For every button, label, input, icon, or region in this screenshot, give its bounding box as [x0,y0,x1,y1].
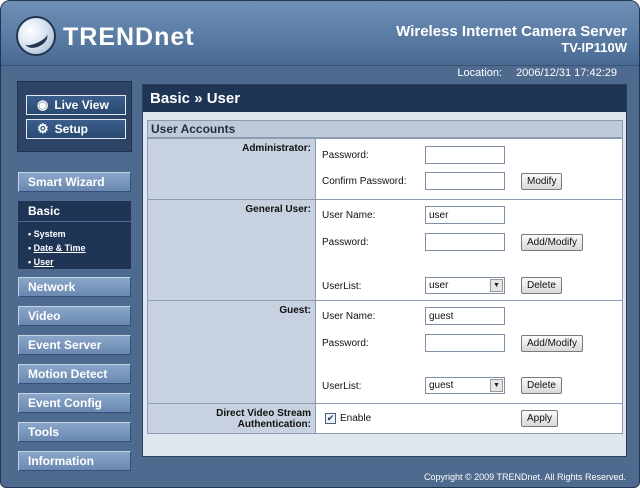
general-username-label: User Name: [322,210,376,221]
user-accounts-table: Administrator: Password: Confirm Passwor… [147,138,623,434]
subnav-system[interactable]: • System [28,227,131,241]
chevron-down-icon: ▼ [490,379,503,392]
nav-tools[interactable]: Tools [18,422,131,442]
subnav-user[interactable]: • User [28,255,131,269]
trendnet-logo-icon [16,16,56,56]
nav-event-server[interactable]: Event Server [18,335,131,355]
nav-motion-detect[interactable]: Motion Detect [18,364,131,384]
nav-network[interactable]: Network [18,277,131,297]
guest-username-input[interactable] [425,307,505,325]
general-username-input[interactable] [425,206,505,224]
apply-button[interactable]: Apply [521,410,559,427]
gear-icon: ⚙ [37,121,49,136]
setup-button[interactable]: ⚙ Setup [26,119,126,139]
guest-add-modify-button[interactable]: Add/Modify [521,335,584,352]
subnav-date-time-label: Date & Time [33,243,86,253]
administrator-label: Administrator: [147,138,316,200]
live-view-label: Live View [54,98,109,112]
product-model: TV-IP110W [561,40,627,55]
page-title: Basic » User [143,85,626,112]
chevron-down-icon: ▼ [490,279,503,292]
enable-checkbox[interactable]: ✔ [325,413,336,424]
header-banner: TRENDnet Wireless Internet Camera Server… [1,1,639,66]
general-add-modify-button[interactable]: Add/Modify [521,234,584,251]
guest-userlist-value: guest [429,380,454,391]
location-bar: Location: 2006/12/31 17:42:29 [443,67,617,79]
app-window: TRENDnet Wireless Internet Camera Server… [0,0,640,488]
admin-password-label: Password: [322,150,369,161]
live-view-button[interactable]: ◉ Live View [26,95,126,115]
guest-password-label: Password: [322,338,369,349]
guest-username-label: User Name: [322,311,376,322]
modify-button[interactable]: Modify [521,173,563,190]
brand-logo-text: TRENDnet [63,23,195,51]
admin-password-input[interactable] [425,146,505,164]
guest-row: Guest: User Name: Password: Add/Modify U… [147,300,623,404]
general-user-label: General User: [147,199,316,301]
stream-auth-label: Direct Video Stream Authentication: [147,403,316,434]
eye-icon: ◉ [37,97,49,112]
general-password-label: Password: [322,237,369,248]
subnav-system-label: System [33,229,66,239]
setup-label: Setup [54,122,88,136]
nav-smart-wizard[interactable]: Smart Wizard [18,172,131,192]
general-password-input[interactable] [425,233,505,251]
copyright-text: Copyright © 2009 TRENDnet. All Rights Re… [423,472,626,482]
general-user-row: General User: User Name: Password: Add/M… [147,199,623,301]
admin-confirm-label: Confirm Password: [322,176,407,187]
subnav-date-time[interactable]: • Date & Time [28,241,131,255]
guest-userlist-label: UserList: [322,381,362,392]
nav-information[interactable]: Information [18,451,131,471]
guest-label: Guest: [147,300,316,404]
general-userlist-label: UserList: [322,281,362,292]
nav-basic[interactable]: Basic [18,201,131,221]
nav-event-config[interactable]: Event Config [18,393,131,413]
subnav-user-label: User [33,257,54,267]
location-label: Location: [457,67,503,79]
general-userlist-select[interactable]: user ▼ [425,277,505,294]
guest-delete-button[interactable]: Delete [521,377,562,394]
general-userlist-value: user [429,280,449,291]
basic-submenu: • System • Date & Time • User [18,222,131,269]
stream-auth-row: Direct Video Stream Authentication: ✔ En… [147,403,623,434]
product-title: Wireless Internet Camera Server [396,23,627,40]
administrator-row: Administrator: Password: Confirm Passwor… [147,138,623,200]
top-buttons-panel: ◉ Live View ⚙ Setup [17,81,132,152]
enable-label: Enable [340,413,372,424]
main-panel: Basic » User User Accounts Administrator… [142,84,627,457]
guest-userlist-select[interactable]: guest ▼ [425,377,505,394]
guest-password-input[interactable] [425,334,505,352]
section-title: User Accounts [147,120,623,138]
nav-video[interactable]: Video [18,306,131,326]
location-datetime: 2006/12/31 17:42:29 [516,67,617,79]
general-delete-button[interactable]: Delete [521,277,562,294]
admin-confirm-input[interactable] [425,172,505,190]
